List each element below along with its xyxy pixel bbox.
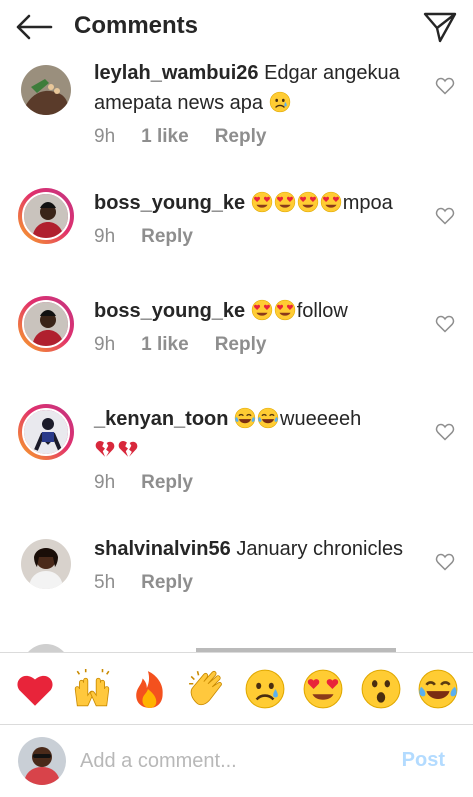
like-heart-icon[interactable]	[435, 314, 455, 334]
comment-text: boss_young_ke mpoa	[94, 191, 393, 214]
avatar[interactable]	[18, 188, 74, 244]
like-heart-icon[interactable]	[435, 552, 455, 572]
header-bar: Comments	[0, 0, 473, 56]
heart-eyes-emoji	[274, 191, 296, 213]
joy-emoji	[234, 407, 256, 429]
comment-time: 9h	[94, 334, 116, 355]
comment-username[interactable]: boss_young_ke	[94, 300, 245, 322]
likes-count[interactable]: 1 like	[141, 334, 189, 356]
comment-item: _kenyan_toon wueeeeh 9h Reply	[0, 402, 473, 512]
avatar[interactable]	[18, 296, 74, 352]
likes-count[interactable]: 1 like	[141, 126, 189, 148]
comments-list[interactable]: leylah_wambui26 Edgar angekua amepata ne…	[0, 56, 473, 652]
reply-button[interactable]: Reply	[141, 226, 193, 248]
tears-of-joy-icon[interactable]	[416, 667, 460, 711]
back-button[interactable]	[14, 10, 54, 44]
comment-time: 9h	[94, 126, 116, 147]
heart-eyes-emoji	[320, 191, 342, 213]
post-button[interactable]: Post	[402, 749, 445, 772]
comment-text: _kenyan_toon wueeeeh	[94, 404, 424, 464]
arrow-left-icon	[16, 14, 53, 40]
heart-eyes-icon[interactable]	[301, 667, 345, 711]
comment-username[interactable]: boss_young_ke	[94, 192, 245, 214]
comment-composer: Post	[0, 724, 473, 797]
reply-button[interactable]: Reply	[141, 472, 193, 494]
current-user-avatar	[18, 737, 66, 785]
heart-eyes-emoji	[251, 191, 273, 213]
comment-item: boss_young_ke mpoa 9h Reply	[0, 186, 473, 266]
comment-username[interactable]: shalvinalvin56	[94, 538, 231, 560]
joy-emoji	[257, 407, 279, 429]
avatar[interactable]	[18, 404, 74, 460]
comment-meta: 5h Reply	[94, 572, 219, 594]
like-heart-icon[interactable]	[435, 422, 455, 442]
reply-button[interactable]: Reply	[215, 334, 267, 356]
avatar[interactable]	[18, 62, 74, 118]
comment-username[interactable]: leylah_wambui26	[94, 62, 259, 84]
comment-meta: 9h 1 like Reply	[94, 334, 292, 356]
heart-eyes-emoji	[274, 299, 296, 321]
sad-tear-emoji	[269, 91, 291, 113]
quick-emoji-bar	[0, 652, 473, 724]
sad-tear-icon[interactable]	[243, 667, 287, 711]
comment-text: boss_young_ke follow	[94, 299, 348, 322]
raising-hands-icon[interactable]	[70, 667, 114, 711]
comment-meta: 9h Reply	[94, 226, 219, 248]
comment-meta: 9h 1 like Reply	[94, 126, 292, 148]
comment-meta: 9h Reply	[94, 472, 219, 494]
paper-plane-icon	[423, 12, 457, 43]
reply-button[interactable]: Reply	[215, 126, 267, 148]
avatar[interactable]	[22, 644, 70, 652]
comment-item: shalvinalvin56 January chronicles 5h Rep…	[0, 532, 473, 612]
broken-heart-emoji	[94, 437, 116, 459]
avatar[interactable]	[18, 536, 74, 592]
red-heart-icon[interactable]	[13, 667, 57, 711]
broken-heart-emoji	[117, 437, 139, 459]
surprised-face-icon[interactable]	[359, 667, 403, 711]
comment-time: 9h	[94, 472, 116, 493]
comment-item: boss_young_ke follow 9h 1 like Reply	[0, 294, 473, 374]
comment-text: leylah_wambui26 Edgar angekua amepata ne…	[94, 62, 400, 114]
comment-time: 5h	[94, 572, 116, 593]
page-title: Comments	[74, 12, 199, 39]
fire-icon[interactable]	[128, 667, 172, 711]
heart-eyes-emoji	[251, 299, 273, 321]
clapping-hands-icon[interactable]	[186, 667, 230, 711]
comment-time: 9h	[94, 226, 116, 247]
reply-button[interactable]: Reply	[141, 572, 193, 594]
comment-item: leylah_wambui26 Edgar angekua amepata ne…	[0, 56, 473, 168]
like-heart-icon[interactable]	[435, 206, 455, 226]
share-button[interactable]	[421, 8, 459, 46]
comment-item-partial	[0, 644, 473, 652]
like-heart-icon[interactable]	[435, 76, 455, 96]
heart-eyes-emoji	[297, 191, 319, 213]
comment-text: shalvinalvin56 January chronicles	[94, 538, 404, 560]
comment-username[interactable]: _kenyan_toon	[94, 408, 228, 430]
comment-input[interactable]	[80, 743, 380, 779]
